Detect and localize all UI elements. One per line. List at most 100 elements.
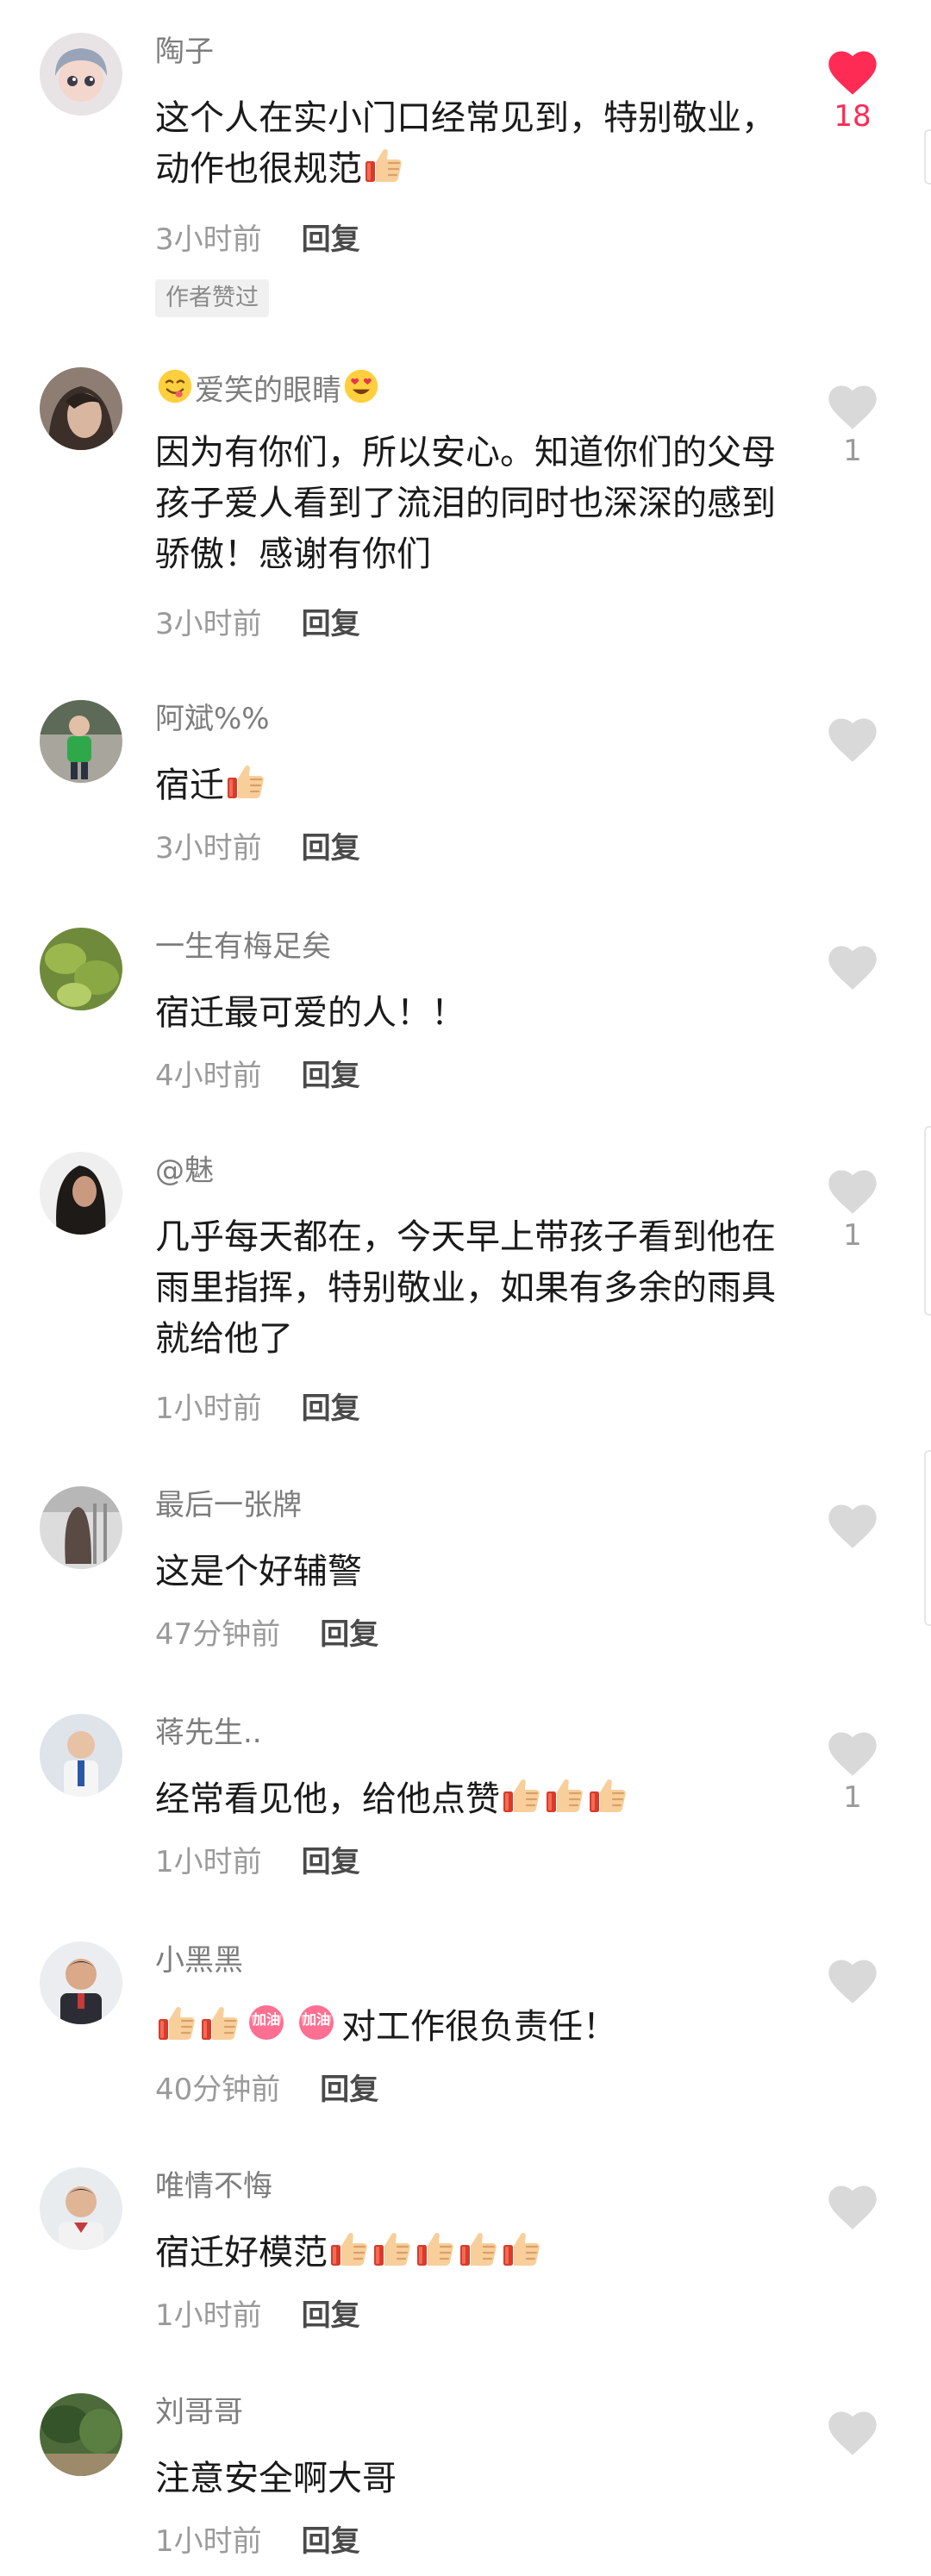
comment-meta: 40分钟前 回复 xyxy=(155,2071,378,2109)
avatar[interactable] xyxy=(40,700,122,783)
like-button[interactable]: 1 xyxy=(814,385,891,468)
like-button[interactable] xyxy=(814,2185,891,2230)
reply-button[interactable]: 回复 xyxy=(302,221,360,259)
username[interactable]: @魅 xyxy=(155,1152,214,1190)
comment-time: 40分钟前 xyxy=(155,2073,281,2107)
heart-icon xyxy=(828,717,878,763)
comment-text: 注意安全啊大哥 xyxy=(155,2459,397,2498)
username[interactable]: 蒋先生.. xyxy=(155,1714,262,1752)
comment-time: 1小时前 xyxy=(155,1391,262,1426)
comment-text: 经常看见他，给他点赞 xyxy=(155,1774,793,1825)
avatar[interactable] xyxy=(40,367,122,450)
comment-meta: 3小时前 回复 xyxy=(155,829,360,867)
reply-button[interactable]: 回复 xyxy=(302,1843,360,1881)
like-button[interactable] xyxy=(814,945,891,991)
comment-meta: 3小时前 回复 xyxy=(155,221,360,259)
username[interactable]: 阿斌%% xyxy=(155,700,270,738)
comment-time: 3小时前 xyxy=(155,222,262,257)
heart-icon xyxy=(828,1169,878,1215)
username[interactable]: 小黑黑 xyxy=(155,1941,243,1979)
username[interactable]: 最后一张牌 xyxy=(155,1486,302,1524)
avatar[interactable] xyxy=(40,1941,122,2024)
thumbs-up-icon xyxy=(458,2228,499,2269)
heart-icon xyxy=(828,2410,878,2456)
comment-time: 3小时前 xyxy=(155,607,262,641)
comment-meta: 47分钟前 回复 xyxy=(155,1616,378,1654)
jiayou-icon: 加油 xyxy=(242,2002,291,2043)
username[interactable]: 唯情不悔 xyxy=(155,2167,272,2205)
comment-text: 这是个好辅警 xyxy=(155,1552,362,1591)
comment-time: 4小时前 xyxy=(155,1059,262,1093)
like-button[interactable] xyxy=(814,1504,891,1549)
heart-icon xyxy=(828,945,878,991)
avatar[interactable] xyxy=(40,1714,122,1797)
comment-text: 这个人在实小门口经常见到，特别敬业，动作也很规范 xyxy=(155,93,793,195)
comment-text-content: 宿迁好模范 xyxy=(155,2233,328,2273)
like-button[interactable]: 1 xyxy=(814,1731,891,1815)
comment-text-content: 对工作很负责任！ xyxy=(341,2007,617,2047)
thumbs-up-icon xyxy=(587,1774,628,1816)
heart-icon xyxy=(828,1504,878,1549)
heart-icon xyxy=(828,1731,878,1777)
like-count: 1 xyxy=(843,1780,862,1815)
comment-meta: 3小时前 回复 xyxy=(155,605,360,643)
reply-button[interactable]: 回复 xyxy=(302,829,360,867)
thumbs-up-icon xyxy=(372,2228,413,2269)
comment-text: 因为有你们，所以安心。知道你们的父母孩子爱人看到了流泪的同时也深深的感到骄傲！感… xyxy=(155,433,776,574)
like-button[interactable]: 1 xyxy=(814,1169,891,1253)
reply-button[interactable]: 回复 xyxy=(302,605,360,643)
comment-text-content: 宿迁 xyxy=(155,766,224,805)
reply-button[interactable]: 回复 xyxy=(302,2523,360,2560)
heart-icon xyxy=(828,385,878,430)
comment-text-content: 这个人在实小门口经常见到，特别敬业，动作也很规范 xyxy=(155,98,776,189)
comment-text: 宿迁 xyxy=(155,760,793,811)
comment-time: 47分钟前 xyxy=(155,1617,281,1652)
reply-button[interactable]: 回复 xyxy=(302,1390,360,1428)
thumbs-up-icon xyxy=(199,2002,241,2043)
comment-meta: 4小时前 回复 xyxy=(155,1057,360,1095)
like-count: 1 xyxy=(843,1218,862,1253)
scroll-edge-mark xyxy=(924,1450,931,1626)
yum-face-icon xyxy=(156,367,194,405)
reply-button[interactable]: 回复 xyxy=(302,1057,360,1095)
scroll-edge-mark xyxy=(924,129,931,184)
avatar[interactable] xyxy=(40,928,122,1010)
username[interactable]: 陶子 xyxy=(155,33,214,71)
thumbs-up-icon xyxy=(544,1774,585,1816)
username[interactable]: 刘哥哥 xyxy=(155,2393,243,2431)
comment-text: 几乎每天都在，今天早上带孩子看到他在雨里指挥，特别敬业，如果有多余的雨具就给他了 xyxy=(155,1217,776,1359)
comment-meta: 1小时前 回复 xyxy=(155,1843,360,1881)
comment-text: 宿迁最可爱的人！！ xyxy=(155,993,466,1033)
jiayou-label: 加油 xyxy=(302,2011,330,2028)
avatar[interactable] xyxy=(40,33,122,116)
heart-icon xyxy=(828,50,878,96)
reply-button[interactable]: 回复 xyxy=(302,2297,360,2335)
thumbs-up-icon xyxy=(225,760,266,802)
like-button[interactable] xyxy=(814,2410,891,2456)
like-count: 1 xyxy=(843,434,862,468)
thumbs-up-icon xyxy=(363,144,404,185)
avatar[interactable] xyxy=(40,1486,122,1569)
thumbs-up-icon xyxy=(501,1774,542,1816)
comment-text: 加油 加油 对工作很负责任！ xyxy=(155,2002,793,2053)
like-button[interactable]: 18 xyxy=(814,50,891,134)
reply-button[interactable]: 回复 xyxy=(320,2071,378,2109)
comment-time: 1小时前 xyxy=(155,2524,262,2559)
like-button[interactable] xyxy=(814,717,891,763)
avatar[interactable] xyxy=(40,1152,122,1235)
avatar[interactable] xyxy=(40,2393,122,2476)
like-button[interactable] xyxy=(814,1959,891,2004)
heart-icon xyxy=(828,1959,878,2004)
comment-meta: 1小时前 回复 xyxy=(155,2297,360,2335)
avatar[interactable] xyxy=(40,2167,122,2250)
reply-button[interactable]: 回复 xyxy=(320,1616,378,1654)
comment-time: 1小时前 xyxy=(155,2298,262,2333)
username[interactable]: 爱笑的眼睛 xyxy=(155,367,381,410)
thumbs-up-icon xyxy=(415,2228,456,2269)
author-liked-badge: 作者赞过 xyxy=(155,279,269,317)
comment-time: 3小时前 xyxy=(155,831,262,866)
comment-text: 宿迁好模范 xyxy=(155,2228,793,2279)
scroll-edge-mark xyxy=(924,1126,931,1316)
heart-eyes-icon xyxy=(342,367,380,405)
username[interactable]: 一生有梅足矣 xyxy=(155,928,331,966)
